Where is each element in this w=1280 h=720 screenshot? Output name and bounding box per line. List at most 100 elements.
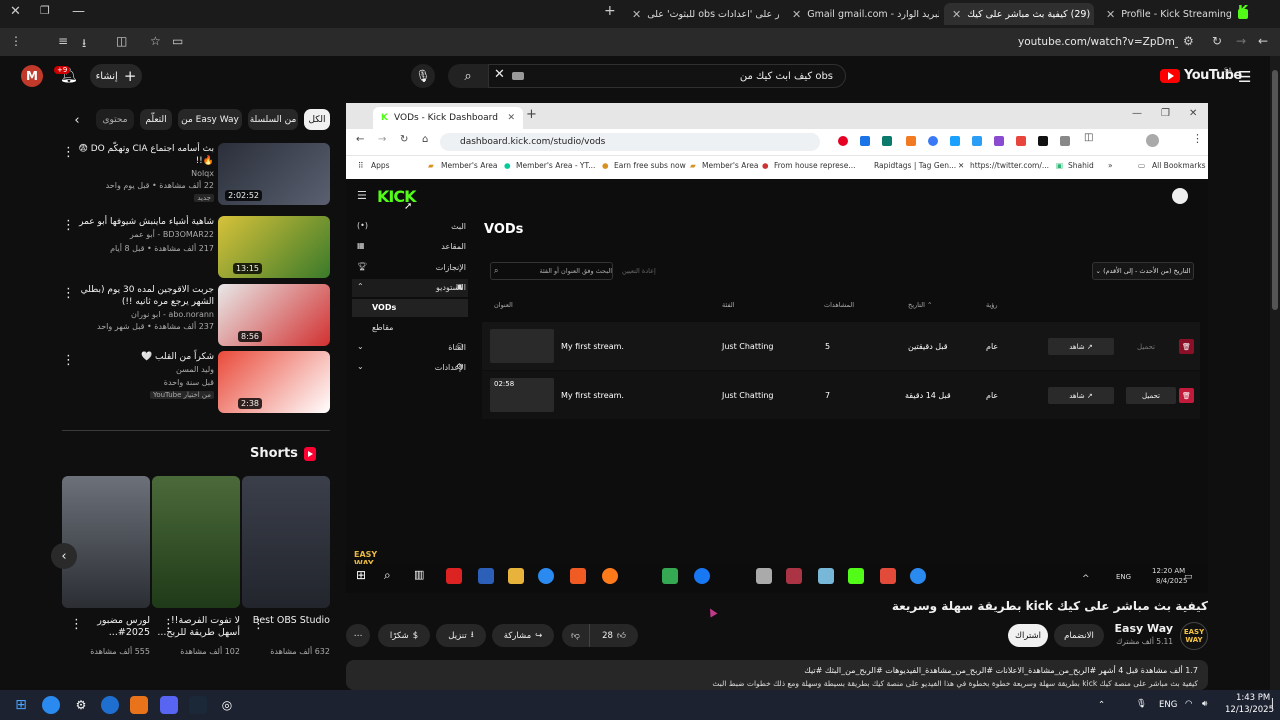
search-button[interactable]: ⌕	[448, 64, 488, 88]
vod-search-input[interactable]: البحث وفق العنوان أو الفئة	[490, 262, 613, 280]
chip-content[interactable]: محتوى	[96, 109, 134, 130]
reload-icon[interactable]: ↻	[1212, 34, 1222, 48]
watch-button[interactable]: شاهد ↗	[1048, 387, 1114, 404]
short-thumbnail[interactable]	[152, 476, 240, 608]
guide-menu-icon[interactable]: ☰	[1238, 68, 1251, 86]
video-title[interactable]: شاهية أشياء ماينبش شيوفها أبو عمر	[76, 216, 214, 228]
bookmark-item[interactable]: Member's Area	[441, 161, 497, 170]
channel-name[interactable]: abo.norann - ابو نوران	[131, 310, 214, 319]
list-item[interactable]: 2:02:52 بث أسامه اجتماع CIA وتهكّم DO 😨 …	[62, 143, 330, 205]
tab-tiktok[interactable]: اعثر على 'اعدادات obs للبثوث' على ✕	[624, 3, 779, 25]
tab-youtube-video[interactable]: (29) كيفية بث مباشر على كيك ✕	[944, 3, 1094, 25]
restore-window-icon[interactable]: ❐	[1161, 108, 1170, 119]
video-player[interactable]: K VODs - Kick Dashboard ✕ + — ❐ ✕ ← → ↻ …	[346, 103, 1208, 593]
app-icon[interactable]: ◎	[218, 696, 236, 714]
nav-item-stream[interactable]: البث	[370, 222, 466, 231]
subscribe-button[interactable]: اشتراك	[1008, 624, 1048, 647]
list-item[interactable]: 8:56 جربت الاقوجين لمده 30 يوم (بطلي الش…	[62, 284, 330, 346]
voice-search-button[interactable]: 🎙︎	[411, 64, 435, 88]
close-tab-icon[interactable]: ✕	[792, 8, 801, 21]
channel-name[interactable]: Nolqx	[191, 169, 214, 178]
more-options-icon[interactable]: ⋮	[62, 286, 75, 301]
table-row[interactable]: My first stream. Just Chatting 5 قبل دقي…	[482, 322, 1200, 370]
bookmark-item[interactable]: Member's Area - YT...	[516, 161, 595, 170]
chip-all[interactable]: الكل	[304, 109, 330, 130]
nav-item-achievements[interactable]: الإنجازات	[370, 263, 466, 272]
like-button[interactable]: 28 👍︎	[590, 624, 638, 647]
close-tab-icon[interactable]: ✕	[1106, 8, 1115, 21]
site-settings-icon[interactable]: ⚙	[1183, 34, 1194, 48]
extension-icon[interactable]	[1016, 136, 1026, 146]
profile-icon[interactable]	[1146, 134, 1159, 147]
home-icon[interactable]: ⌂	[422, 134, 428, 145]
nav-item-channel[interactable]: القناة	[370, 343, 466, 352]
minimize-window-icon[interactable]: —	[1132, 108, 1142, 119]
scrollbar-thumb[interactable]	[1272, 70, 1278, 310]
extension-icon[interactable]	[860, 136, 870, 146]
mic-icon[interactable]: 🎙︎	[1136, 699, 1147, 709]
volume-icon[interactable]: 🔊︎	[1202, 699, 1207, 709]
extension-icon[interactable]	[928, 136, 938, 146]
nav-item-vods[interactable]	[352, 299, 468, 317]
share-button[interactable]: مشاركة ↪	[492, 624, 554, 647]
list-item[interactable]: 13:15 شاهية أشياء ماينبش شيوفها أبو عمر …	[62, 216, 330, 278]
vod-thumbnail[interactable]	[490, 329, 554, 363]
nav-item-settings[interactable]: الإعدادات	[370, 363, 466, 372]
bookmark-item[interactable]: Shahid	[1068, 161, 1094, 170]
close-tab-icon[interactable]: ✕	[507, 113, 515, 123]
video-title[interactable]: بث أسامه اجتماع CIA وتهكّم DO 😨 🔥!!	[76, 143, 214, 167]
column-header-date[interactable]: التاريخ ⌃	[908, 301, 932, 309]
clock-date[interactable]: 12/13/2025	[1225, 705, 1274, 715]
chip-from-channel[interactable]: من Easy Way	[178, 109, 242, 130]
app-icon[interactable]	[130, 696, 148, 714]
download-icon[interactable]: ⭳	[82, 34, 86, 55]
close-tab-icon[interactable]: ✕	[632, 8, 641, 21]
puzzle-icon[interactable]: ◫	[1084, 132, 1093, 143]
clear-search-icon[interactable]: ✕	[494, 67, 505, 82]
close-window-icon[interactable]: ✕	[10, 4, 21, 19]
extension-icon[interactable]	[950, 136, 960, 146]
video-title[interactable]: شكراً من القلب 🤍	[76, 351, 214, 363]
video-title[interactable]: جربت الاقوجين لمده 30 يوم (بطلي الشهر ير…	[76, 284, 214, 308]
reload-icon[interactable]: ↻	[400, 134, 408, 145]
extensions-list-icon[interactable]: ≡	[58, 34, 68, 48]
bookmark-item[interactable]: Apps	[371, 161, 390, 170]
chip-series[interactable]: من السلسلة	[248, 109, 298, 130]
bookmark-item[interactable]: Member's Area	[702, 161, 758, 170]
create-button[interactable]: إنشاء +	[90, 64, 142, 88]
language-indicator[interactable]: ENG	[1159, 700, 1177, 710]
video-thumbnail[interactable]	[218, 284, 330, 346]
forward-icon[interactable]: →	[378, 134, 386, 145]
chrome-icon[interactable]	[42, 696, 60, 714]
more-options-icon[interactable]: ⋮	[62, 353, 75, 368]
more-options-icon[interactable]: ⋮	[162, 617, 175, 632]
reset-filter-button[interactable]: إعادة التعيين	[622, 267, 656, 275]
chevron-right-icon[interactable]: »	[1108, 161, 1113, 170]
bookmark-item[interactable]: From house represe...	[774, 161, 855, 170]
bookmark-item[interactable]: https://twitter.com/...	[970, 161, 1049, 170]
more-options-icon[interactable]: ⋮	[62, 218, 75, 233]
new-tab-icon[interactable]: +	[526, 107, 537, 122]
extension-icon[interactable]	[882, 136, 892, 146]
kick-tab[interactable]: K VODs - Kick Dashboard ✕	[373, 107, 523, 129]
shorts-prev-button[interactable]: ‹	[51, 543, 77, 569]
puzzle-icon[interactable]: ◫	[116, 34, 127, 48]
list-item[interactable]: 2:38 شكراً من القلب 🤍 وليد المسن قبل سنة…	[62, 351, 330, 413]
short-thumbnail[interactable]	[242, 476, 330, 608]
search-input[interactable]: كيف ابث كيك من obs	[488, 64, 846, 88]
more-options-icon[interactable]: ⋮	[70, 617, 83, 632]
minimize-window-icon[interactable]: —	[72, 4, 85, 19]
forward-icon[interactable]: →	[1236, 34, 1246, 48]
close-window-icon[interactable]: ✕	[1189, 108, 1197, 119]
nav-item-seats[interactable]: المقاعد	[370, 242, 466, 251]
video-thumbnail[interactable]	[218, 351, 330, 413]
thanks-button[interactable]: شكرًا $	[378, 624, 430, 647]
bookmark-item[interactable]: All Bookmarks	[1152, 161, 1206, 170]
channel-avatar[interactable]: EASY WAY	[1180, 622, 1208, 650]
more-options-icon[interactable]: ⋮	[252, 617, 265, 632]
close-tab-icon[interactable]: ✕	[952, 8, 961, 21]
kick-address-bar[interactable]: dashboard.kick.com/studio/vods	[440, 133, 820, 151]
restore-window-icon[interactable]: ❐	[40, 4, 50, 17]
kick-menu-icon[interactable]: ☰	[357, 189, 367, 202]
delete-button[interactable]: 🗑︎	[1179, 339, 1194, 354]
